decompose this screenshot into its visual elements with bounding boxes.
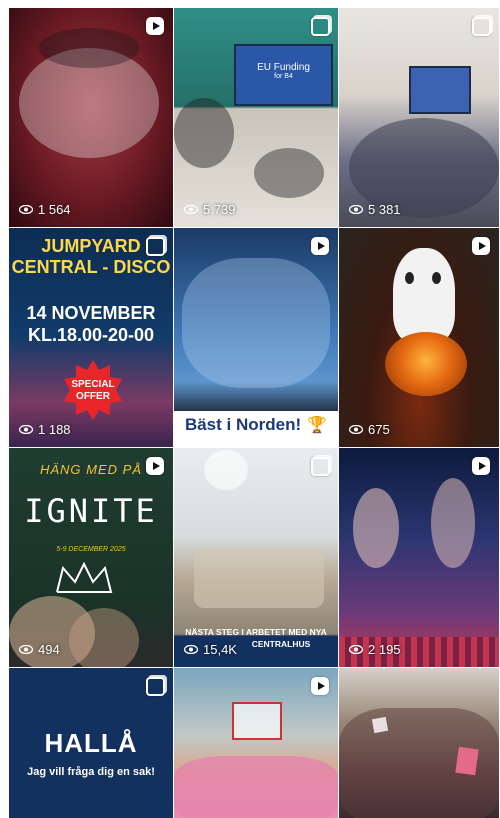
post-tile-4[interactable]: JUMPYARD CENTRAL - DISCO 14 NOVEMBER KL.… <box>9 228 173 447</box>
halla-subtitle: Jag vill fråga dig en sak! <box>27 766 155 778</box>
reel-icon <box>310 236 330 256</box>
view-count: 494 <box>19 642 60 657</box>
presentation-screen: EU Funding for B4 <box>234 44 333 106</box>
carousel-icon <box>145 236 165 256</box>
view-count-value: 5 739 <box>203 202 236 217</box>
view-count: 675 <box>349 422 390 437</box>
event-heading-line-2: CENTRAL - DISCO <box>11 257 171 277</box>
special-offer-line-2: OFFER <box>76 391 110 402</box>
view-count: 5 739 <box>184 202 236 217</box>
post-tile-6[interactable]: 675 <box>339 228 499 447</box>
post-caption-line-1: NÄSTA STEG I ARBETET MED NYA <box>185 627 327 637</box>
sign-image <box>371 716 389 734</box>
post-tile-7[interactable]: HÄNG MED PÅ IGNITE 5-9 DECEMBER 2025 494 <box>9 448 173 667</box>
reel-icon <box>145 456 165 476</box>
dancers-heads <box>39 28 139 68</box>
event-date: 14 NOVEMBER KL.18.00-20-00 <box>9 302 173 346</box>
post-tile-11[interactable] <box>174 668 338 818</box>
post-tile-5[interactable]: Bäst i Norden! 🏆 <box>174 228 338 447</box>
pumpkin-image <box>385 332 467 396</box>
laptop-image <box>254 148 324 198</box>
screen-subtitle: for B4 <box>274 73 293 80</box>
table-image <box>194 548 324 608</box>
post-tile-9[interactable]: 2 195 <box>339 448 499 667</box>
halla-title: HALLÅ <box>44 728 138 758</box>
caption-text: Bäst i Norden! <box>184 415 302 434</box>
screen-title: EU Funding <box>257 62 310 73</box>
acrobat-image-2 <box>431 478 475 568</box>
reel-icon <box>145 16 165 36</box>
view-count: 2 195 <box>349 642 401 657</box>
eye-icon <box>184 645 198 654</box>
eye-icon <box>19 645 33 654</box>
ghost-image <box>393 248 455 343</box>
post-tile-3[interactable]: 5 381 <box>339 8 499 227</box>
view-count-value: 675 <box>368 422 390 437</box>
event-date-line-1: 14 NOVEMBER <box>26 303 156 323</box>
view-count: 5 381 <box>349 202 401 217</box>
carousel-icon <box>471 16 491 36</box>
sign-image-2 <box>455 746 479 776</box>
carousel-icon <box>145 676 165 696</box>
team-image <box>182 258 330 388</box>
carousel-icon <box>310 16 330 36</box>
view-count-value: 1 188 <box>38 422 71 437</box>
eye-icon <box>349 425 363 434</box>
ignite-dates: 5-9 DECEMBER 2025 <box>56 546 126 553</box>
post-tile-8[interactable]: NÄSTA STEG I ARBETET MED NYA CENTRALHUS … <box>174 448 338 667</box>
ghost-eye-left <box>405 272 414 284</box>
post-tile-2[interactable]: EU Funding for B4 5 739 <box>174 8 338 227</box>
view-count-value: 15,4K <box>203 642 237 657</box>
attendee-image <box>174 98 234 168</box>
acrobat-image <box>353 488 399 568</box>
person-image-2 <box>69 608 139 667</box>
eye-icon <box>349 205 363 214</box>
view-count: 1 188 <box>19 422 71 437</box>
reel-icon <box>310 676 330 696</box>
reel-icon <box>471 456 491 476</box>
view-count-value: 494 <box>38 642 60 657</box>
view-count-value: 2 195 <box>368 642 401 657</box>
special-offer-badge: SPECIAL OFFER <box>63 360 123 420</box>
event-date-line-2: KL.18.00-20-00 <box>27 325 155 345</box>
view-count: 15,4K <box>184 642 237 657</box>
eye-icon <box>19 425 33 434</box>
carousel-icon <box>310 456 330 476</box>
eye-icon <box>19 205 33 214</box>
reel-icon <box>471 236 491 256</box>
eye-icon <box>349 645 363 654</box>
ghost-eye-right <box>432 272 441 284</box>
view-count: 1 564 <box>19 202 71 217</box>
post-tile-10[interactable]: HALLÅ Jag vill fråga dig en sak! <box>9 668 173 818</box>
view-count-value: 5 381 <box>368 202 401 217</box>
eye-icon <box>184 205 198 214</box>
special-offer-line-1: SPECIAL <box>71 379 115 390</box>
caption-bar: Bäst i Norden! 🏆 <box>174 411 338 439</box>
trophy-icon: 🏆 <box>307 417 328 434</box>
ignite-title: IGNITE <box>24 492 158 530</box>
post-grid: 1 564 EU Funding for B4 5 739 5 381 JUMP… <box>9 8 499 818</box>
team-image <box>174 756 338 818</box>
basketball-hoop-image <box>232 702 282 740</box>
crown-icon <box>56 562 113 593</box>
post-tile-12[interactable] <box>339 668 499 818</box>
presentation-screen <box>409 66 471 114</box>
chandelier-image <box>204 450 248 490</box>
view-count-value: 1 564 <box>38 202 71 217</box>
post-tile-1[interactable]: 1 564 <box>9 8 173 227</box>
